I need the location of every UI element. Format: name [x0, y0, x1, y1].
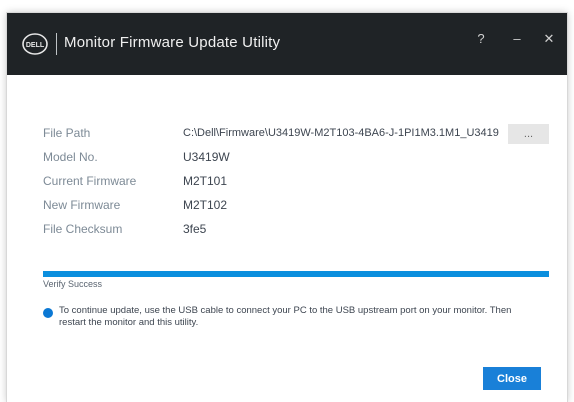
- browse-button[interactable]: ...: [508, 124, 549, 144]
- model-value: U3419W: [183, 150, 230, 164]
- checksum-label: File Checksum: [43, 222, 123, 236]
- title-bar: DELL Monitor Firmware Update Utility ? –…: [7, 13, 567, 75]
- help-button[interactable]: ?: [469, 27, 493, 51]
- title-separator: [56, 33, 57, 55]
- current-firmware-label: Current Firmware: [43, 174, 137, 188]
- new-firmware-value: M2T102: [183, 198, 228, 212]
- current-firmware-value: M2T101: [183, 174, 228, 188]
- file-path-value: C:\Dell\Firmware\U3419W-M2T103-4BA6-J-1P…: [183, 127, 499, 139]
- minimize-button[interactable]: –: [505, 27, 529, 51]
- close-window-button[interactable]: ✕: [537, 27, 561, 51]
- window-title: Monitor Firmware Update Utility: [64, 34, 281, 51]
- dell-logo-icon: DELL: [22, 33, 48, 55]
- progress-bar: [43, 271, 549, 277]
- progress-bar-fill: [43, 271, 549, 277]
- info-message: To continue update, use the USB cable to…: [59, 305, 512, 328]
- close-button[interactable]: Close: [483, 367, 541, 390]
- content-area: File Path C:\Dell\Firmware\U3419W-M2T103…: [7, 75, 567, 402]
- svg-text:DELL: DELL: [26, 42, 45, 49]
- progress-status-label: Verify Success: [43, 279, 103, 289]
- update-utility-window: DELL Monitor Firmware Update Utility ? –…: [7, 13, 567, 402]
- checksum-value: 3fe5: [183, 222, 207, 236]
- info-icon: [43, 308, 53, 318]
- new-firmware-label: New Firmware: [43, 198, 121, 212]
- model-label: Model No.: [43, 150, 98, 164]
- file-path-label: File Path: [43, 126, 91, 140]
